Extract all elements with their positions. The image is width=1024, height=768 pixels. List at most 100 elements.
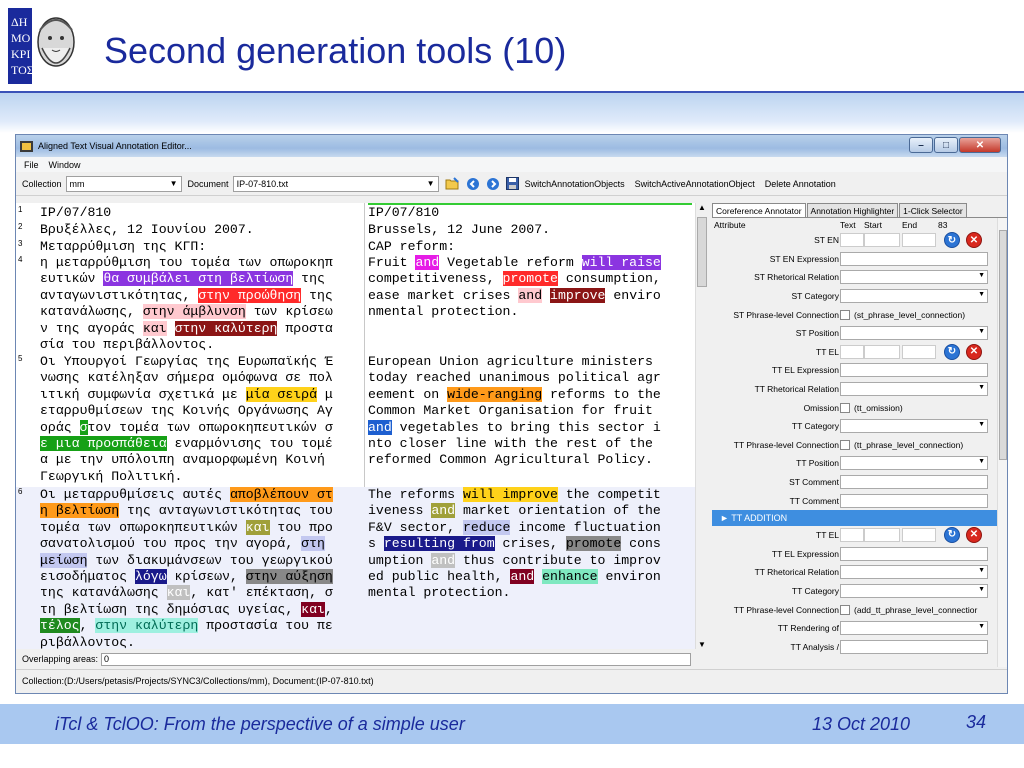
greek-text[interactable]: Βρυξέλλες, 12 Ιουνίου 2007.: [40, 222, 362, 238]
annotation-highlight[interactable]: enhance: [542, 568, 598, 584]
english-text[interactable]: European Union agriculture ministers toda…: [368, 354, 690, 469]
clear-span-icon[interactable]: ✕: [966, 343, 982, 360]
annotation-highlight[interactable]: στην άμβλυνση: [142, 304, 246, 320]
annotation-highlight[interactable]: resulting from: [383, 536, 495, 552]
clear-span-icon[interactable]: ✕: [966, 232, 982, 248]
attribute-checkbox[interactable]: (st_phrase_level_connection): [840, 309, 965, 320]
attribute-select[interactable]: ▼: [840, 621, 988, 636]
switch-annotation-objects-button[interactable]: SwitchAnnotationObjects: [525, 179, 625, 189]
greek-text[interactable]: IP/07/810: [40, 205, 362, 221]
scrollbar-thumb[interactable]: [697, 217, 707, 287]
english-text[interactable]: Brussels, 12 June 2007.: [368, 222, 690, 238]
annotation-highlight[interactable]: μία σειρά: [245, 386, 317, 402]
editor-scrollbar[interactable]: ▲ ▼: [695, 203, 707, 649]
english-text[interactable]: Fruit and Vegetable reform will raise com…: [368, 255, 690, 321]
delete-annotation-button[interactable]: Delete Annotation: [765, 179, 836, 189]
attribute-select[interactable]: ▼: [840, 419, 988, 434]
segment-row[interactable]: 5 Οι Υπουργοί Γεωργίας της Ευρωπαϊκής Έν…: [16, 354, 707, 487]
segment-row[interactable]: 2 Βρυξέλλες, 12 Ιουνίου 2007. Brussels, …: [16, 222, 707, 239]
span-field[interactable]: [864, 233, 900, 247]
attribute-select[interactable]: ▼: [840, 326, 988, 341]
attribute-select[interactable]: ▼: [840, 583, 988, 598]
attribute-select[interactable]: ▼: [840, 382, 988, 397]
annotation-highlight[interactable]: στην καλύτερη: [95, 618, 199, 634]
annotation-highlight[interactable]: και: [245, 519, 270, 535]
annotation-highlight[interactable]: and: [415, 255, 440, 270]
attribute-checkbox[interactable]: (tt_omission): [840, 402, 903, 413]
document-select[interactable]: IP-07-810.txt ▼: [232, 175, 439, 192]
annotation-highlight[interactable]: θα συμβάλει στη βελτίωση: [103, 271, 294, 287]
window-titlebar[interactable]: Aligned Text Visual Annotation Editor...…: [16, 135, 1007, 157]
annotation-highlight[interactable]: μείωση: [40, 552, 88, 568]
scroll-up-icon[interactable]: ▲: [698, 203, 706, 212]
span-field[interactable]: [840, 527, 864, 542]
english-text[interactable]: The reforms will improve the competit ive…: [368, 487, 690, 602]
annotation-highlight[interactable]: η βελτίωση: [40, 503, 120, 519]
maximize-icon[interactable]: □: [934, 137, 958, 153]
english-text[interactable]: IP/07/810: [368, 205, 690, 221]
select-span-icon[interactable]: ↻: [944, 526, 960, 543]
annotation-highlight[interactable]: αποβλέπουν στ: [229, 487, 333, 502]
open-folder-icon[interactable]: [445, 176, 461, 192]
segment-row-selected[interactable]: 6 Οι μεταρρυθμίσεις αυτές αποβλέπουν στ η…: [16, 487, 707, 649]
attribute-select[interactable]: ▼: [840, 289, 988, 304]
annotation-highlight[interactable]: στην αύξηση: [245, 568, 333, 584]
annotation-highlight[interactable]: ε μια προσπάθεια: [40, 435, 167, 451]
attribute-checkbox[interactable]: (tt_phrase_level_connection): [840, 439, 963, 450]
select-span-icon[interactable]: ↻: [944, 343, 960, 360]
span-field[interactable]: [864, 527, 900, 542]
tt-addition-section[interactable]: ► TT ADDITION: [712, 509, 1007, 526]
clear-span-icon[interactable]: ✕: [966, 526, 982, 543]
span-field[interactable]: [902, 233, 936, 247]
collection-select[interactable]: mm ▼: [65, 175, 182, 192]
menu-file[interactable]: File: [24, 160, 39, 170]
minimize-icon[interactable]: –: [909, 137, 933, 153]
forward-arrow-icon[interactable]: [485, 176, 501, 192]
span-field[interactable]: [840, 233, 864, 247]
attribute-input[interactable]: [840, 546, 988, 561]
save-icon[interactable]: [505, 176, 521, 192]
annotation-highlight[interactable]: will improve: [462, 487, 558, 502]
segment-row[interactable]: 1 IP/07/810 IP/07/810: [16, 205, 707, 222]
menu-window[interactable]: Window: [49, 160, 81, 170]
attribute-select[interactable]: ▼: [840, 565, 988, 580]
attribute-select[interactable]: ▼: [840, 270, 988, 285]
attribute-checkbox[interactable]: (add_tt_phrase_level_connectior: [840, 604, 977, 615]
checkbox-icon[interactable]: [840, 604, 850, 615]
english-text[interactable]: CAP reform:: [368, 239, 690, 255]
annotation-highlight[interactable]: wide-ranging: [447, 386, 543, 402]
overlapping-areas-field[interactable]: 0: [101, 652, 692, 666]
tab-annotation-highlighter[interactable]: Annotation Highlighter: [806, 203, 899, 217]
annotation-highlight[interactable]: and: [431, 552, 456, 568]
greek-text[interactable]: η μεταρρύθμιση του τομέα των οπωροκηπ ευτ…: [40, 255, 362, 353]
annotation-highlight[interactable]: promote: [502, 271, 558, 287]
segment-row[interactable]: 4 η μεταρρύθμιση του τομέα των οπωροκηπ ε…: [16, 255, 707, 354]
checkbox-icon[interactable]: [840, 309, 850, 320]
annotation-highlight[interactable]: and: [368, 419, 392, 435]
annotation-highlight[interactable]: και: [142, 320, 167, 336]
annotation-highlight[interactable]: λόγω: [134, 568, 167, 584]
annotation-highlight[interactable]: στην καλύτερη: [174, 320, 278, 336]
annotation-highlight[interactable]: improve: [550, 287, 606, 303]
annotation-highlight[interactable]: and: [518, 287, 543, 303]
annotation-highlight[interactable]: και: [166, 585, 191, 601]
greek-text[interactable]: Μεταρρύθμιση της ΚΓΠ:: [40, 239, 362, 255]
annotation-highlight[interactable]: τέλος: [40, 618, 80, 634]
annotation-highlight[interactable]: σ: [79, 419, 88, 435]
annotation-highlight[interactable]: και: [301, 601, 325, 617]
aligned-text-editor[interactable]: 1 IP/07/810 IP/07/810 2 Βρυξέλλες, 12 Ιο…: [16, 203, 707, 649]
annotation-highlight[interactable]: will raise: [581, 255, 661, 270]
close-icon[interactable]: ✕: [959, 137, 1001, 153]
greek-text[interactable]: Οι μεταρρυθμίσεις αυτές αποβλέπουν στ η β…: [40, 487, 362, 649]
scroll-down-icon[interactable]: ▼: [698, 640, 706, 649]
attribute-input[interactable]: [840, 493, 988, 508]
attribute-input[interactable]: [840, 475, 988, 490]
switch-active-annotation-object-button[interactable]: SwitchActiveAnnotationObject: [635, 179, 755, 189]
span-field[interactable]: [864, 344, 900, 359]
annotation-highlight[interactable]: and: [431, 503, 456, 519]
greek-text[interactable]: Οι Υπουργοί Γεωργίας της Ευρωπαϊκής Ένωσ…: [40, 354, 362, 485]
attribute-select[interactable]: ▼: [840, 456, 988, 471]
span-field[interactable]: [902, 344, 936, 359]
panel-scrollbar[interactable]: [997, 218, 1007, 667]
attribute-input[interactable]: [840, 363, 988, 378]
